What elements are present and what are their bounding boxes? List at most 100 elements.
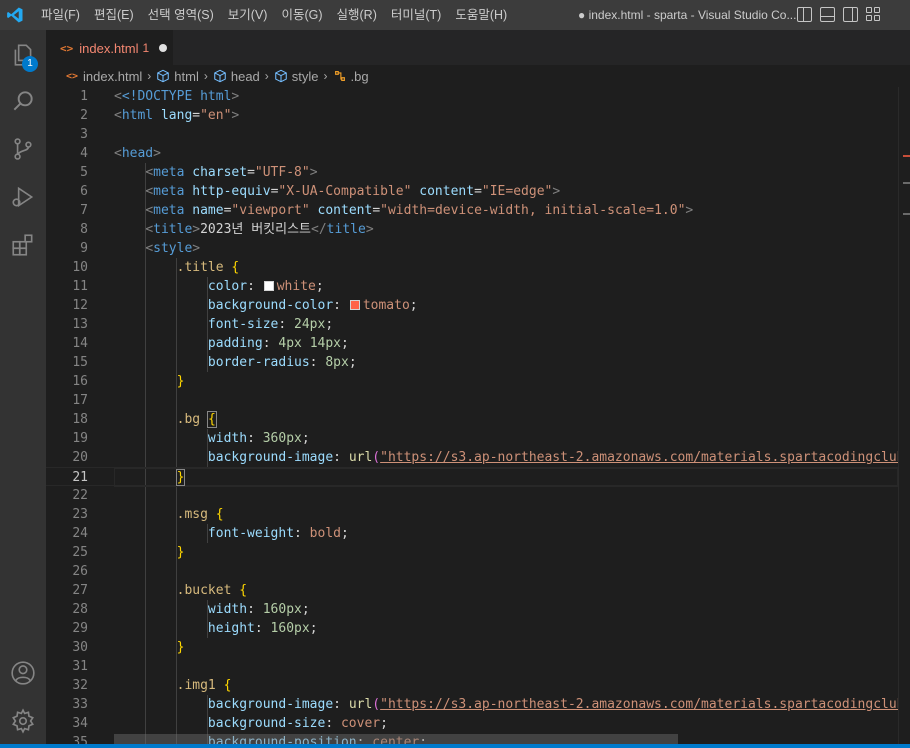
token: .title [176,260,224,275]
line-content: font-weight: bold; [207,526,349,541]
activity-bar: 1 [0,30,46,748]
line-number: 14 [72,336,88,351]
code-line: 17 [46,391,898,410]
line-content: <meta charset="UTF-8"> [145,165,318,180]
explorer-icon[interactable]: 1 [0,32,46,78]
line-content: <meta name="viewport" content="width=dev… [145,203,694,218]
color-swatch-tomato[interactable] [349,300,360,310]
menu-edit[interactable]: 편집(E) [87,0,141,30]
code-line: 18 .bg { [46,410,898,429]
overview-ruler-mark [903,182,910,184]
color-swatch-white[interactable] [263,281,274,291]
line-content: font-size: 24px; [207,317,334,332]
code-line: 27 .bucket { [46,581,898,600]
vertical-scrollbar[interactable] [898,87,910,748]
status-bar [0,744,910,748]
breadcrumb-file[interactable]: <> index.html [66,69,142,84]
title-bar: 파일(F) 편집(E) 선택 영역(S) 보기(V) 이동(G) 실행(R) 터… [0,0,910,30]
toggle-primary-sidebar-icon[interactable] [797,7,812,22]
unsaved-dot-icon[interactable] [159,44,168,52]
breadcrumb-html[interactable]: html [156,69,199,84]
token: height [207,621,255,636]
breadcrumb-bg[interactable]: .bg [333,69,369,84]
code-line: 14 padding: 4px 14px; [46,334,898,353]
line-number: 34 [72,716,88,731]
token: border-radius [207,355,310,370]
menu-help[interactable]: 도움말(H) [448,0,514,30]
line-content: .bg { [176,411,217,428]
menu-file[interactable]: 파일(F) [34,0,87,30]
token: width [207,431,248,446]
line-number: 17 [72,393,88,408]
token: width [207,602,248,617]
code-line: 11 color: white; [46,277,898,296]
line-content: <<!DOCTYPE html> [114,89,240,104]
code-line: 29 height: 160px; [46,619,898,638]
token: url [348,450,373,465]
code-line: 15 border-radius: 8px; [46,353,898,372]
menu-selection[interactable]: 선택 영역(S) [141,0,221,30]
line-content: background-size: cover; [207,716,388,731]
line-content: .bucket { [176,583,248,598]
horizontal-scrollbar-thumb[interactable] [114,734,678,744]
url-link[interactable]: "https://s3.ap-northeast-2.amazonaws.com… [380,697,910,712]
token: "IE=edge" [481,184,553,199]
code-line: 26 [46,562,898,581]
code-line: 25 } [46,543,898,562]
breadcrumb: <> index.html › html › head › style › .b… [46,65,910,87]
code-editor[interactable]: 1 <<!DOCTYPE html> 2 <html lang="en"> 3 4 <… [46,87,910,748]
breadcrumb-head[interactable]: head [213,69,260,84]
line-number: 8 [80,222,88,237]
token: bold [309,526,341,541]
manage-gear-icon[interactable] [0,698,46,744]
line-content: } [176,374,185,389]
source-control-icon[interactable] [0,126,46,172]
line-number: 13 [72,317,88,332]
token: lang [160,108,193,123]
tab-index-html[interactable]: <> index.html 1 [46,30,173,65]
run-debug-icon[interactable] [0,174,46,220]
token: cover [340,716,381,731]
code-line: 4 <head> [46,144,898,163]
toggle-panel-icon[interactable] [820,7,835,22]
line-content: background-image: url("https://s3.ap-nor… [114,448,910,467]
code-line: 22 [46,486,898,505]
breadcrumb-head-label: head [230,68,260,84]
line-number: 20 [72,450,88,465]
account-icon[interactable] [0,650,46,696]
token: white [276,279,316,294]
chevron-right-icon: › [203,69,208,83]
menu-go[interactable]: 이동(G) [274,0,329,30]
chevron-right-icon: › [323,69,328,83]
window-title: ● index.html - sparta - Visual Studio Co… [578,8,797,22]
toggle-secondary-sidebar-icon[interactable] [843,7,858,22]
token: 360px [262,431,302,446]
line-number: 18 [72,412,88,427]
token: .img1 [176,678,216,693]
breadcrumb-style[interactable]: style [274,69,319,84]
breadcrumb-style-label: style [291,68,319,84]
menu-view[interactable]: 보기(V) [221,0,275,30]
line-number: 12 [72,298,88,313]
token: <!DOCTYPE [121,89,193,104]
line-number: 22 [72,488,88,503]
url-link[interactable]: "https://s3.ap-northeast-2.amazonaws.com… [380,450,910,465]
line-number: 21 [72,470,88,485]
menu-run[interactable]: 실행(R) [330,0,384,30]
menu-terminal[interactable]: 터미널(T) [384,0,448,30]
token: .msg [176,507,208,522]
line-number: 26 [72,564,88,579]
line-number: 9 [80,241,88,256]
token: "X-UA-Compatible" [278,184,412,199]
token: charset [192,165,248,180]
line-content: color: white; [207,279,324,294]
extensions-icon[interactable] [0,222,46,268]
token: content [317,203,373,218]
customize-layout-icon[interactable] [866,7,881,22]
line-content: } [176,640,185,655]
line-number: 29 [72,621,88,636]
line-content: border-radius: 8px; [207,355,357,370]
code-line: 28 width: 160px; [46,600,898,619]
search-icon[interactable] [0,78,46,124]
breadcrumb-html-label: html [174,68,199,84]
